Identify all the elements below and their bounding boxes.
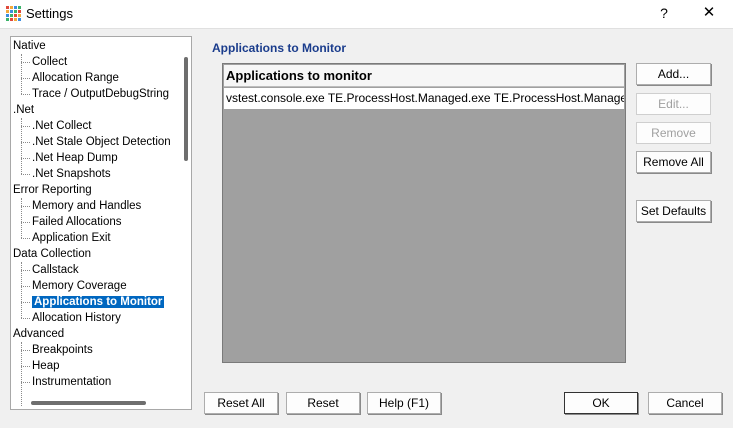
tree-item-label: .Net Snapshots — [32, 168, 111, 180]
tree-connector — [21, 142, 30, 143]
tree-item[interactable]: Allocation History — [32, 310, 121, 326]
tree-item[interactable]: Instrumentation — [32, 374, 111, 390]
tree-item-label: .Net Heap Dump — [32, 152, 118, 164]
tree-vertical-scrollbar[interactable] — [184, 57, 188, 161]
tree-category[interactable]: Advanced — [13, 326, 64, 342]
tree-connector — [21, 62, 30, 63]
tree-item[interactable]: .Net Collect — [32, 118, 91, 134]
tree-connector — [21, 158, 30, 159]
tree-item-label: Applications to Monitor — [32, 296, 165, 308]
tree-item[interactable]: Breakpoints — [32, 342, 93, 358]
tree-item-label: Failed Allocations — [32, 216, 122, 228]
tree-item-label: Application Exit — [32, 232, 111, 244]
tree-item-label: Allocation Range — [32, 72, 119, 84]
tree-item-label: .Net — [13, 104, 35, 116]
tree-horizontal-scrollbar[interactable] — [31, 401, 146, 405]
tree-item-label: Allocation History — [32, 312, 121, 324]
tree-item[interactable]: Memory and Handles — [32, 198, 141, 214]
tree-item[interactable]: Memory Coverage — [32, 278, 127, 294]
tree-item-label: Instrumentation — [32, 376, 112, 388]
tree-connector — [21, 206, 30, 207]
settings-tree[interactable]: Native Collect Allocation Range Trace / Out… — [10, 36, 192, 410]
tree-item-label: Trace / OutputDebugString — [32, 88, 170, 100]
tree-item[interactable]: .Net Heap Dump — [32, 150, 118, 166]
tree-item-label: Memory and Handles — [32, 200, 142, 212]
tree-connector — [21, 126, 30, 127]
title-bar: Settings ? ✕ — [0, 0, 733, 28]
close-icon[interactable]: ✕ — [696, 2, 722, 24]
tree-item-label: Advanced — [13, 328, 65, 340]
section-title: Applications to Monitor — [212, 41, 346, 55]
set-defaults-button[interactable]: Set Defaults — [636, 200, 711, 222]
tree-connector — [21, 174, 30, 175]
tree-item[interactable]: Applications to Monitor — [32, 294, 165, 310]
tree-connector — [21, 118, 22, 174]
tree-connector — [21, 94, 30, 95]
tree-connector — [21, 270, 30, 271]
tree-item-label: Data Collection — [13, 248, 91, 260]
cancel-button[interactable]: Cancel — [648, 392, 722, 414]
tree-category[interactable]: Data Collection — [13, 246, 91, 262]
settings-app-icon — [5, 5, 21, 21]
tree-item[interactable]: Callstack — [32, 262, 79, 278]
list-item[interactable]: vstest.console.exe TE.ProcessHost.Manage… — [224, 88, 624, 109]
window-title: Settings — [26, 6, 73, 21]
ok-button[interactable]: OK — [564, 392, 638, 414]
tree-item[interactable]: .Net Snapshots — [32, 166, 111, 182]
tree-connector — [21, 198, 22, 238]
tree-connector — [21, 382, 30, 383]
remove-button[interactable]: Remove — [636, 122, 711, 144]
tree-item-label: .Net Collect — [32, 120, 92, 132]
tree-connector — [21, 54, 22, 94]
tree-item-label: Native — [13, 40, 46, 52]
tree-item[interactable]: Collect — [32, 54, 67, 70]
tree-connector — [21, 342, 22, 406]
help-button[interactable]: ? — [652, 2, 676, 24]
tree-connector — [21, 350, 30, 351]
tree-connector — [21, 262, 22, 318]
tree-connector — [21, 286, 30, 287]
applications-list[interactable]: Applications to monitor vstest.console.e… — [222, 63, 626, 363]
tree-item[interactable]: Allocation Range — [32, 70, 119, 86]
tree-item-label: Callstack — [32, 264, 79, 276]
reset-button[interactable]: Reset — [286, 392, 360, 414]
tree-connector — [21, 318, 30, 319]
tree-item-label: Breakpoints — [32, 344, 93, 356]
tree-item[interactable]: Heap — [32, 358, 60, 374]
tree-item[interactable]: .Net Stale Object Detection — [32, 134, 171, 150]
list-column-header[interactable]: Applications to monitor — [224, 65, 624, 87]
tree-category[interactable]: .Net — [13, 102, 34, 118]
tree-item-label: .Net Stale Object Detection — [32, 136, 171, 148]
tree-connector — [21, 366, 30, 367]
help-f1-button[interactable]: Help (F1) — [367, 392, 441, 414]
tree-item[interactable]: Application Exit — [32, 230, 111, 246]
remove-all-button[interactable]: Remove All — [636, 151, 711, 173]
reset-all-button[interactable]: Reset All — [204, 392, 278, 414]
tree-connector — [21, 222, 30, 223]
tree-item-label: Memory Coverage — [32, 280, 127, 292]
add-button[interactable]: Add... — [636, 63, 711, 85]
tree-item-label: Collect — [32, 56, 68, 68]
edit-button[interactable]: Edit... — [636, 93, 711, 115]
tree-item-label: Heap — [32, 360, 60, 372]
tree-connector — [21, 238, 30, 239]
tree-category[interactable]: Error Reporting — [13, 182, 92, 198]
tree-connector — [21, 302, 30, 303]
tree-item[interactable]: Trace / OutputDebugString — [32, 86, 169, 102]
tree-item-label: Error Reporting — [13, 184, 92, 196]
tree-connector — [21, 78, 30, 79]
tree-category[interactable]: Native — [13, 38, 46, 54]
tree-item[interactable]: Failed Allocations — [32, 214, 122, 230]
